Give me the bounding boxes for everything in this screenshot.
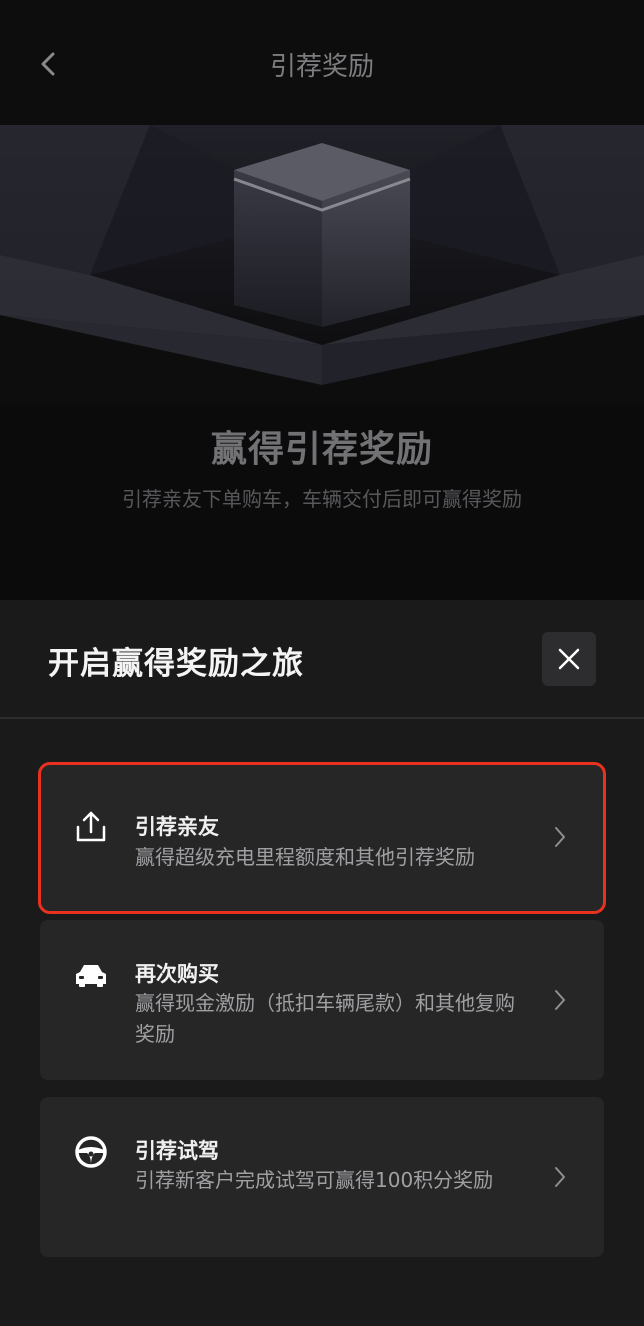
option-description: 赢得超级充电里程额度和其他引荐奖励 (135, 845, 475, 869)
divider (0, 717, 644, 719)
chevron-right-icon (550, 1162, 570, 1192)
page-title: 引荐奖励 (269, 52, 374, 82)
header: 引荐奖励 (0, 0, 644, 130)
close-icon (558, 648, 580, 670)
option-refer-friends[interactable]: 引荐亲友 赢得超级充电里程额度和其他引荐奖励 (38, 762, 606, 914)
hero-title: 赢得引荐奖励 (210, 429, 433, 470)
close-button[interactable] (542, 632, 596, 686)
chevron-right-icon (550, 985, 570, 1015)
option-title: 引荐试驾 (135, 1139, 219, 1163)
hero-cube-illustration (0, 115, 644, 405)
option-refer-test-drive[interactable]: 引荐试驾 引荐新客户完成试驾可赢得100积分奖励 (40, 1097, 604, 1257)
car-icon (74, 958, 108, 992)
rewards-sheet: 开启赢得奖励之旅 引荐亲友 赢得超级充电里程额度和其他引荐奖励 再次购买 赢得现… (0, 600, 644, 1326)
option-description: 赢得现金激励（抵扣车辆尾款）和其他复购奖励 (135, 991, 515, 1046)
steering-wheel-icon (74, 1135, 108, 1169)
option-repurchase[interactable]: 再次购买 赢得现金激励（抵扣车辆尾款）和其他复购奖励 (40, 920, 604, 1080)
option-title: 再次购买 (135, 962, 219, 986)
chevron-right-icon (550, 822, 570, 852)
sheet-title: 开启赢得奖励之旅 (48, 646, 304, 682)
option-title: 引荐亲友 (135, 815, 219, 839)
share-upload-icon (74, 810, 108, 844)
option-description: 引荐新客户完成试驾可赢得100积分奖励 (135, 1168, 494, 1192)
hero-subtitle: 引荐亲友下单购车，车辆交付后即可赢得奖励 (122, 487, 522, 511)
